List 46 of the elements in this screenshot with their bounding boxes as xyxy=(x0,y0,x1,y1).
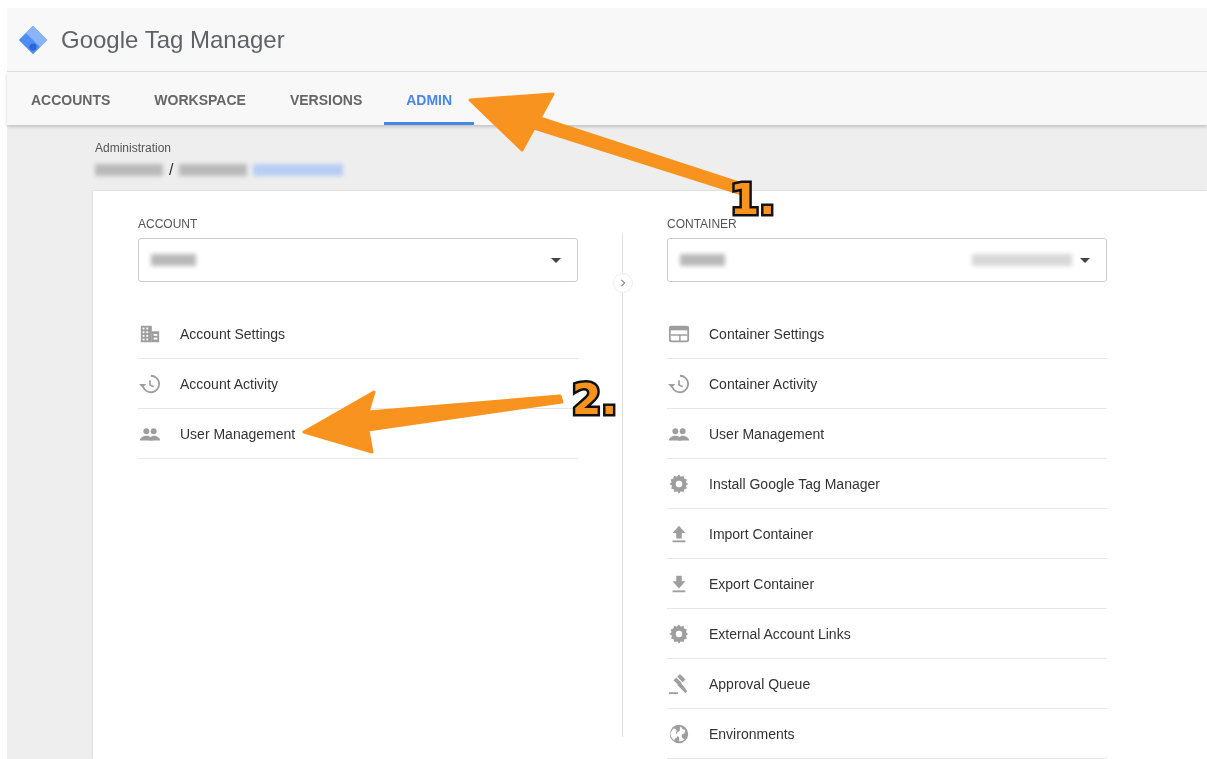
caret-icon xyxy=(1080,257,1090,263)
account-dropdown[interactable] xyxy=(138,238,578,282)
expand-button[interactable] xyxy=(612,273,633,293)
breadcrumb-separator: / xyxy=(169,161,174,179)
menu-item[interactable]: Export Container xyxy=(667,559,1107,609)
menu-item-label: External Account Links xyxy=(709,625,851,642)
menu-item-label: User Management xyxy=(709,425,825,442)
nav-tab[interactable]: WORKSPACE xyxy=(132,72,268,125)
redacted-text xyxy=(680,254,725,266)
menu-item-label: Import Container xyxy=(709,525,814,542)
menu-item[interactable]: Approval Queue xyxy=(667,659,1107,709)
history-icon xyxy=(139,372,161,395)
redacted-text xyxy=(95,164,163,176)
menu-item-label: Container Settings xyxy=(709,325,825,342)
app-title: Google Tag Manager xyxy=(61,25,285,54)
redacted-text xyxy=(151,254,196,266)
gear-icon xyxy=(668,622,690,645)
menu-item[interactable]: Install Google Tag Manager xyxy=(667,459,1107,509)
menu-item[interactable]: External Account Links xyxy=(667,609,1107,659)
menu-item-label: Account Settings xyxy=(180,325,286,342)
menu-item-label: Container Activity xyxy=(709,375,818,392)
menu-item-label: Environments xyxy=(709,725,795,742)
menu-item[interactable]: User Management xyxy=(667,409,1107,459)
gear-icon xyxy=(668,472,690,495)
menu-item[interactable]: Container Settings xyxy=(667,309,1107,359)
redacted-text xyxy=(179,164,248,176)
section-heading: ACCOUNT xyxy=(138,217,199,231)
caret-icon xyxy=(551,257,561,263)
container-dropdown[interactable] xyxy=(667,238,1107,282)
menu-item[interactable]: Environments xyxy=(667,709,1107,759)
chevron-icon xyxy=(618,279,627,287)
menu-item-label: Approval Queue xyxy=(709,675,811,692)
menu-item[interactable]: Container Activity xyxy=(667,359,1107,409)
menu-item[interactable]: Import Container xyxy=(667,509,1107,559)
menu-item-label: Export Container xyxy=(709,575,815,592)
menu-item[interactable]: Account Settings xyxy=(138,309,578,359)
breadcrumb-title: Administration xyxy=(95,141,173,155)
globe-icon xyxy=(668,722,690,745)
menu-item-label: Install Google Tag Manager xyxy=(709,475,880,492)
nav-tab[interactable]: ACCOUNTS xyxy=(9,72,133,125)
logo-icon xyxy=(17,23,49,56)
menu-item-label: Account Activity xyxy=(180,375,279,392)
gavel-icon xyxy=(668,672,690,695)
menu-item-label: User Management xyxy=(180,425,296,442)
nav-tab[interactable]: VERSIONS xyxy=(267,72,385,125)
history-icon xyxy=(668,372,690,395)
